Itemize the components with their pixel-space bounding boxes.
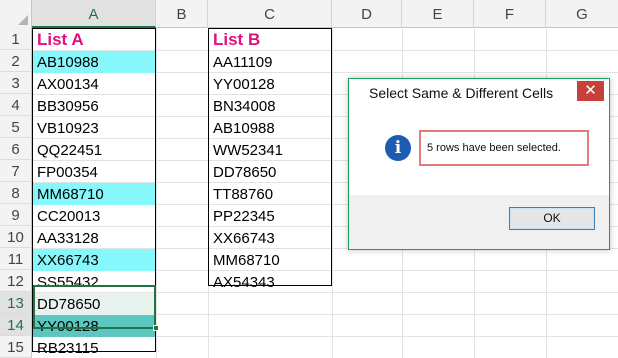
row-header-11[interactable]: 11 [0, 248, 32, 270]
cell-c4[interactable]: BN34008 [209, 95, 331, 117]
cell-a1-list-a-header[interactable]: List A [33, 28, 155, 50]
cell-a3[interactable]: AX00134 [33, 73, 155, 95]
column-header-c[interactable]: C [208, 0, 332, 28]
row-header-12[interactable]: 12 [0, 270, 32, 292]
spreadsheet: A B C D E F G 1 2 3 4 5 6 7 8 9 10 11 12… [0, 0, 618, 358]
select-all-corner[interactable] [0, 0, 32, 28]
row-header-13[interactable]: 13 [0, 292, 32, 314]
row-header-4[interactable]: 4 [0, 94, 32, 116]
cell-a4[interactable]: BB30956 [33, 95, 155, 117]
cell-a9[interactable]: CC20013 [33, 205, 155, 227]
cell-c3[interactable]: YY00128 [209, 73, 331, 95]
message-highlight-box: 5 rows have been selected. [419, 130, 589, 166]
cell-c12[interactable]: AX54343 [209, 271, 331, 293]
column-header-f[interactable]: F [474, 0, 546, 28]
column-header-g[interactable]: G [546, 0, 618, 28]
cell-c1-list-b-header[interactable]: List B [209, 28, 331, 50]
gridline [156, 28, 157, 358]
column-header-b[interactable]: B [156, 0, 208, 28]
cell-a8[interactable]: MM68710 [33, 183, 155, 205]
column-header-e[interactable]: E [402, 0, 474, 28]
row-header-2[interactable]: 2 [0, 50, 32, 72]
column-header-d[interactable]: D [332, 0, 402, 28]
cell-a5[interactable]: VB10923 [33, 117, 155, 139]
row-header-9[interactable]: 9 [0, 204, 32, 226]
column-header-a[interactable]: A [32, 0, 156, 28]
select-same-different-dialog: Select Same & Different Cells ✕ i 5 rows… [348, 78, 610, 250]
cell-a10[interactable]: AA33128 [33, 227, 155, 249]
row-header-14[interactable]: 14 [0, 314, 32, 336]
cell-c8[interactable]: TT88760 [209, 183, 331, 205]
row-header-15[interactable]: 15 [0, 336, 32, 358]
cell-a12[interactable]: SS55432 [33, 271, 155, 293]
cell-c6[interactable]: WW52341 [209, 139, 331, 161]
ok-button[interactable]: OK [509, 207, 595, 230]
row-header-1[interactable]: 1 [0, 28, 32, 50]
cell-c10[interactable]: XX66743 [209, 227, 331, 249]
cell-a15[interactable]: RB23115 [33, 337, 155, 358]
cell-a14[interactable]: YY00128 [33, 315, 155, 337]
cell-a11[interactable]: XX66743 [33, 249, 155, 271]
row-header-5[interactable]: 5 [0, 116, 32, 138]
dialog-message: 5 rows have been selected. [427, 142, 561, 154]
cell-c7[interactable]: DD78650 [209, 161, 331, 183]
dialog-titlebar[interactable]: Select Same & Different Cells ✕ [349, 79, 609, 107]
cell-c9[interactable]: PP22345 [209, 205, 331, 227]
cell-c2[interactable]: AA11109 [209, 51, 331, 73]
cell-c5[interactable]: AB10988 [209, 117, 331, 139]
dialog-body: i 5 rows have been selected. [349, 107, 609, 195]
row-header-6[interactable]: 6 [0, 138, 32, 160]
row-header-8[interactable]: 8 [0, 182, 32, 204]
cell-a2[interactable]: AB10988 [33, 51, 155, 73]
info-icon: i [385, 135, 411, 161]
dialog-title: Select Same & Different Cells [369, 85, 554, 101]
cell-a7[interactable]: FP00354 [33, 161, 155, 183]
select-all-icon [18, 15, 28, 25]
cell-c11[interactable]: MM68710 [209, 249, 331, 271]
cell-a13[interactable]: DD78650 [33, 293, 155, 315]
close-icon[interactable]: ✕ [577, 81, 604, 101]
row-header-3[interactable]: 3 [0, 72, 32, 94]
gridline [332, 28, 333, 358]
row-header-7[interactable]: 7 [0, 160, 32, 182]
fill-handle[interactable] [153, 325, 159, 331]
row-header-10[interactable]: 10 [0, 226, 32, 248]
cell-a6[interactable]: QQ22451 [33, 139, 155, 161]
